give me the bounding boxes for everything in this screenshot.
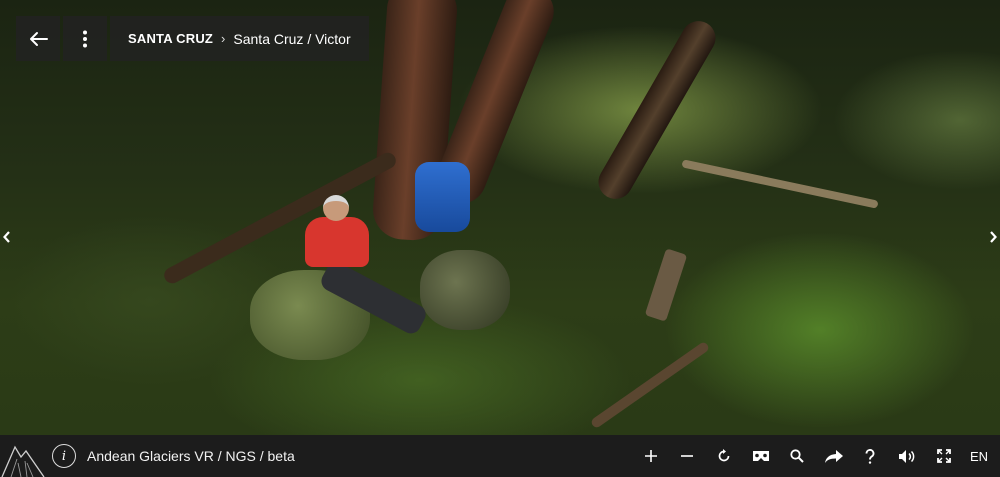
top-toolbar: SANTA CRUZ › Santa Cruz / Victor (16, 16, 369, 61)
tree-trunk (592, 14, 722, 206)
menu-button[interactable] (63, 16, 107, 61)
fullscreen-button[interactable] (925, 435, 962, 477)
previous-scene-button[interactable] (0, 228, 14, 250)
breadcrumb-current: Santa Cruz / Victor (233, 30, 351, 47)
project-title: Andean Glaciers VR / NGS / beta (87, 448, 295, 464)
chevron-left-icon (3, 230, 11, 248)
language-selector[interactable]: EN (962, 435, 992, 477)
vr-mode-button[interactable] (742, 435, 779, 477)
search-button[interactable] (779, 435, 816, 477)
info-button[interactable]: i (52, 444, 76, 468)
next-scene-button[interactable] (986, 228, 1000, 250)
arrow-left-icon (28, 31, 48, 47)
zoom-out-button[interactable] (669, 435, 706, 477)
viewer-controls: EN (633, 435, 992, 477)
sound-button[interactable] (889, 435, 926, 477)
backpack (415, 162, 470, 232)
person-figure (305, 195, 430, 337)
fullscreen-icon (936, 449, 951, 463)
more-vertical-icon (82, 30, 88, 48)
breadcrumb-root[interactable]: SANTA CRUZ (128, 31, 213, 46)
mossy-rock (420, 250, 510, 330)
tree-branch (681, 159, 879, 209)
tree-stump (644, 248, 688, 322)
share-button[interactable] (816, 435, 853, 477)
info-icon: i (61, 448, 67, 464)
help-button[interactable] (852, 435, 889, 477)
question-icon (865, 448, 875, 464)
volume-icon (899, 449, 915, 463)
vr-headset-icon (752, 450, 770, 462)
zoom-in-button[interactable] (633, 435, 670, 477)
chevron-right-icon (989, 230, 997, 248)
mountain-logo-icon[interactable] (0, 435, 46, 477)
fallen-branch (589, 340, 711, 430)
bottom-toolbar: i Andean Glaciers VR / NGS / beta EN (0, 435, 1000, 477)
share-arrow-icon (824, 449, 843, 463)
chevron-right-icon: › (221, 31, 226, 46)
panorama-view[interactable] (0, 0, 1000, 435)
breadcrumb: SANTA CRUZ › Santa Cruz / Victor (110, 16, 369, 61)
minus-icon (681, 450, 694, 462)
search-icon (790, 449, 804, 463)
plus-icon (644, 450, 657, 462)
back-button[interactable] (16, 16, 60, 61)
rotate-icon (717, 449, 731, 463)
auto-rotate-button[interactable] (706, 435, 743, 477)
